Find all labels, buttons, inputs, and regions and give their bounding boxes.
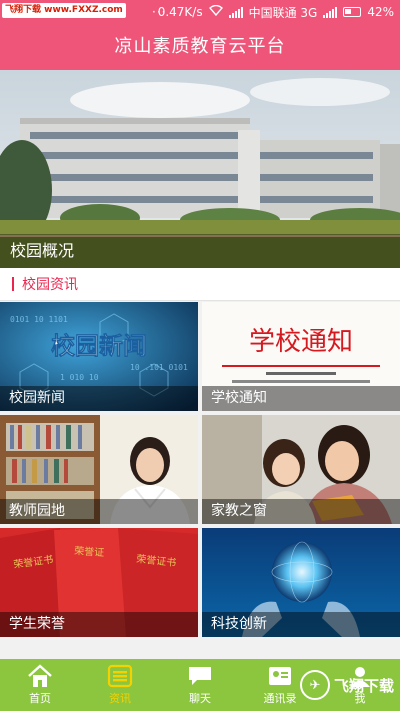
- battery-level: 42%: [367, 5, 394, 19]
- campus-overview-banner[interactable]: 校园概况: [0, 70, 400, 268]
- nav-item-news[interactable]: 资讯: [80, 659, 160, 711]
- app-title: 凉山素质教育云平台: [0, 24, 400, 70]
- tile-caption: 学生荣誉: [0, 612, 198, 637]
- nav-label: 资讯: [109, 692, 131, 705]
- chat-icon: [189, 667, 211, 685]
- download-site-logo: ✈ 飞翔下载: [299, 663, 394, 707]
- signal-icon: [228, 6, 243, 18]
- network-speed: 0.47K/s: [157, 5, 203, 19]
- nav-label: 首页: [29, 692, 51, 705]
- nav-item-home[interactable]: 首页: [0, 659, 80, 711]
- nav-label: 通讯录: [263, 692, 297, 705]
- nav-label: 聊天: [189, 692, 211, 705]
- tile-caption: 校园新闻: [0, 386, 198, 411]
- nav-item-chat[interactable]: 聊天: [160, 659, 240, 711]
- section-header-campus-news: 校园资讯: [0, 268, 400, 301]
- school-notice-image-text: 学校通知: [249, 327, 353, 357]
- carrier-label: 中国联通 3G: [248, 5, 318, 20]
- list-icon: [107, 664, 133, 688]
- contacts-icon: [269, 667, 291, 685]
- home-icon: [28, 664, 52, 687]
- svg-text:10 .101 0101: 10 .101 0101: [130, 363, 188, 372]
- wifi-icon: [208, 4, 223, 19]
- tile-school-notice[interactable]: 学校通知 学校通知: [202, 302, 400, 411]
- tile-teacher-garden[interactable]: 教师园地: [0, 415, 198, 524]
- tile-campus-news[interactable]: 0101 10 1101 10 .101 0101 1 010 10 校园新闻 …: [0, 302, 198, 411]
- signal-icon-2: [323, 6, 338, 18]
- tile-student-honors[interactable]: 荣誉证书 荣誉证 荣誉证书 学生荣誉: [0, 528, 198, 637]
- tile-tech-innovation[interactable]: 科技创新: [202, 528, 400, 637]
- svg-text:1 010 10: 1 010 10: [60, 373, 99, 382]
- tile-caption: 教师园地: [0, 499, 198, 524]
- tile-family-education[interactable]: 家教之窗: [202, 415, 400, 524]
- logo-mark-icon: ✈: [299, 670, 330, 700]
- svg-text:0101 10 1101: 0101 10 1101: [10, 315, 68, 324]
- tile-caption: 科技创新: [202, 612, 400, 637]
- logo-text: 飞翔下载: [333, 676, 394, 695]
- tile-caption: 家教之窗: [202, 499, 400, 524]
- watermark-badge: 飞翔下载 www.FXXZ.com: [2, 3, 126, 18]
- section-accent-bar: [12, 277, 14, 291]
- status-bar: 飞翔下载 www.FXXZ.com ··· 0.47K/s 中国联通 3G 42…: [0, 0, 400, 24]
- banner-caption: 校园概况: [0, 234, 400, 268]
- tile-caption: 学校通知: [202, 386, 400, 411]
- battery-icon: [343, 7, 362, 17]
- section-title: 校园资讯: [22, 277, 78, 293]
- campus-news-image-text: 校园新闻: [51, 332, 147, 360]
